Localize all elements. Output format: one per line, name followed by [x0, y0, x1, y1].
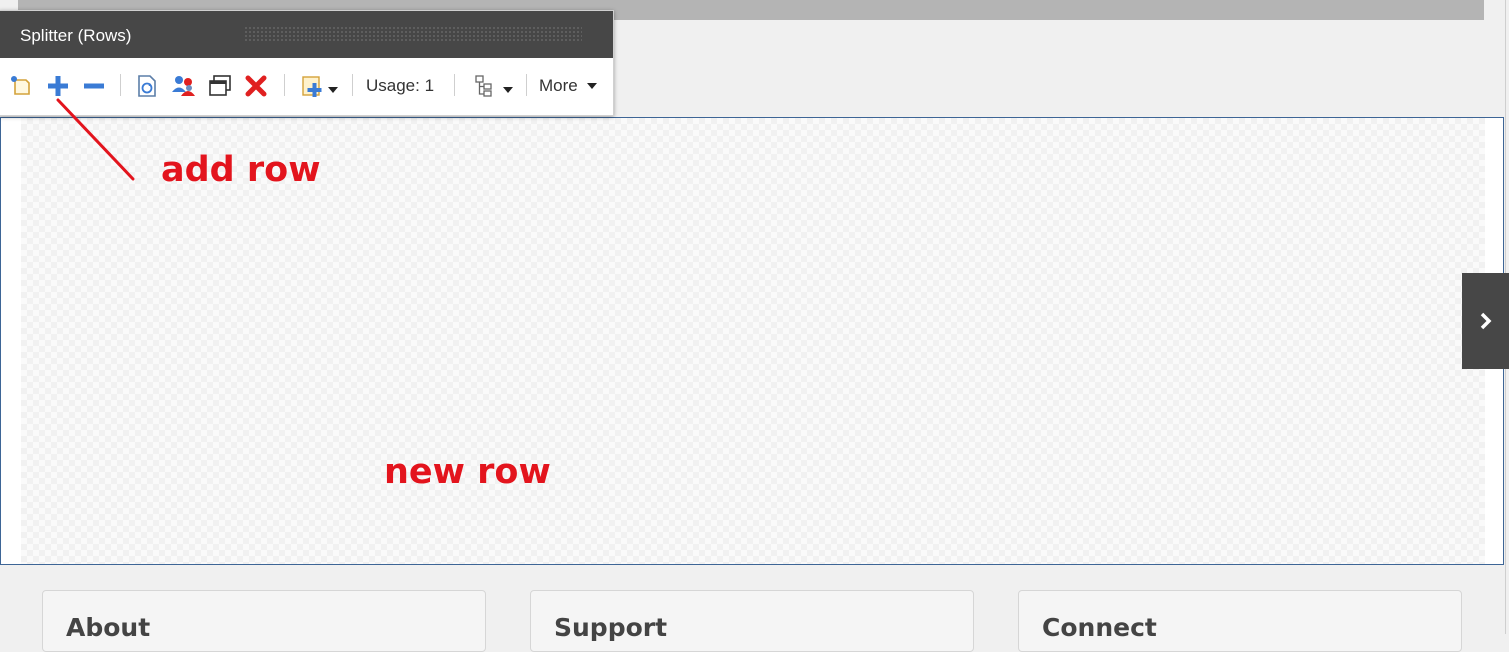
- refresh-icon: [138, 75, 156, 97]
- usage-button[interactable]: Usage: 1: [366, 72, 434, 100]
- toolbar-header[interactable]: Splitter (Rows): [0, 11, 613, 58]
- window-icon: [209, 75, 231, 96]
- chevron-down-icon: [327, 87, 338, 93]
- footer-card-support: Support: [530, 590, 974, 652]
- toolbar-separator: [120, 74, 121, 96]
- personalize-button[interactable]: [170, 72, 198, 100]
- more-dropdown-button[interactable]: More: [539, 72, 597, 100]
- chevron-down-icon: [503, 87, 513, 93]
- new-item-icon: [11, 76, 30, 95]
- remove-row-icon: [84, 83, 104, 89]
- tree-dropdown-button[interactable]: [470, 72, 516, 100]
- annotation-new-row: new row: [384, 452, 551, 492]
- replace-button[interactable]: [134, 72, 160, 100]
- toolbar-separator: [454, 74, 455, 96]
- toolbar-separator: [526, 74, 527, 96]
- add-row-icon: [48, 76, 68, 96]
- remove-row-button[interactable]: [80, 72, 108, 100]
- card-title: Connect: [1042, 613, 1157, 642]
- chevron-down-icon: [586, 83, 597, 89]
- insert-icon: [301, 76, 321, 97]
- edit-related-item-button[interactable]: [206, 72, 234, 100]
- delete-icon: [245, 75, 267, 97]
- more-label: More: [539, 76, 578, 95]
- expand-panel-button[interactable]: [1462, 273, 1509, 369]
- card-title: Support: [554, 613, 668, 642]
- footer-card-about: About: [42, 590, 486, 652]
- insert-dropdown-button[interactable]: [298, 72, 340, 100]
- tree-icon: [475, 75, 492, 97]
- toolbar-title: Splitter (Rows): [20, 26, 132, 45]
- footer-card-connect: Connect: [1018, 590, 1462, 652]
- toolbar-buttons: Usage: 1 More: [0, 58, 613, 115]
- add-row-button[interactable]: [44, 72, 72, 100]
- users-icon: [172, 76, 195, 96]
- toolbar-separator: [284, 74, 285, 96]
- splitter-toolbar: Splitter (Rows) Usage: 1 More: [0, 10, 614, 116]
- chevron-right-icon: [1480, 312, 1491, 330]
- toolbar-separator: [352, 74, 353, 96]
- new-item-button[interactable]: [8, 72, 34, 100]
- annotation-add-row: add row: [161, 150, 321, 190]
- usage-label: Usage: 1: [366, 76, 435, 95]
- card-title: About: [66, 613, 151, 642]
- delete-button[interactable]: [242, 72, 270, 100]
- drag-handle[interactable]: [244, 26, 582, 42]
